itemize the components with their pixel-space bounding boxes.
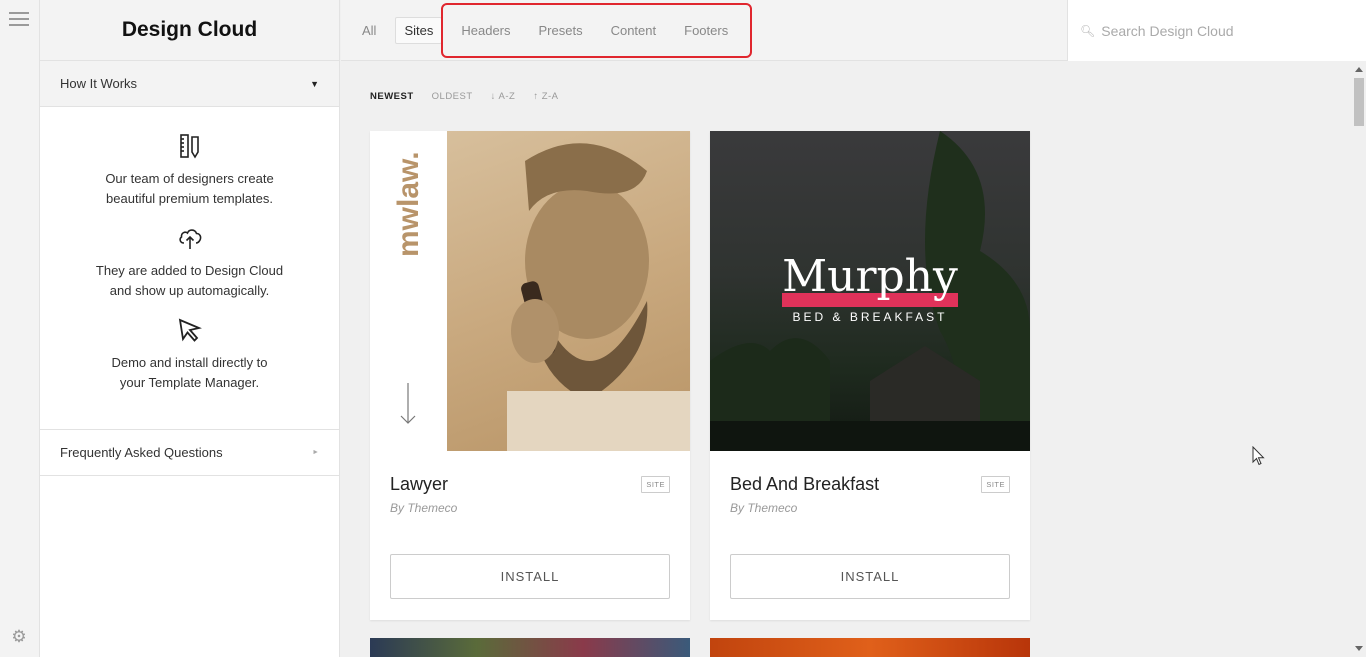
svg-text:mwlaw.: mwlaw.: [392, 153, 425, 257]
tab-footers[interactable]: Footers: [675, 17, 737, 44]
site-badge: SITE: [641, 476, 670, 493]
template-card-partial[interactable]: [370, 638, 690, 657]
install-button[interactable]: INSTALL: [730, 554, 1010, 599]
template-card-partial[interactable]: [710, 638, 1030, 657]
template-thumbnail[interactable]: mwlaw.: [370, 131, 690, 451]
mouse-cursor-icon: [1252, 446, 1265, 466]
tab-presets[interactable]: Presets: [530, 17, 592, 44]
how-it-works-panel: Our team of designers create beautiful p…: [40, 107, 339, 430]
sidebar-title: Design Cloud: [40, 0, 339, 61]
how-step-text: They are added to Design Cloud and show …: [95, 263, 284, 298]
bnb-logo-title: Murphy: [782, 251, 958, 302]
template-grid: NEWEST OLDEST ↓ A-Z ↑ Z-A mwlaw. Lawyer …: [341, 61, 1351, 657]
install-button[interactable]: INSTALL: [390, 554, 670, 599]
mwlaw-logo: mwlaw.: [392, 153, 425, 257]
how-it-works-label: How It Works: [60, 76, 138, 91]
sort-a-z[interactable]: ↓ A-Z: [491, 91, 516, 102]
template-card[interactable]: Murphy BED & BREAKFAST Bed And Breakfast…: [710, 131, 1030, 620]
site-badge: SITE: [981, 476, 1010, 493]
caret-down-icon: ▼: [310, 78, 319, 89]
how-step: Our team of designers create beautiful p…: [40, 133, 339, 209]
sidebar: Design Cloud How It Works ▼ Our team of …: [40, 0, 340, 657]
how-step: They are added to Design Cloud and show …: [40, 225, 339, 301]
search-input[interactable]: [1101, 22, 1352, 39]
sort-oldest[interactable]: OLDEST: [432, 91, 473, 102]
top-bar: All Sites Headers Presets Content Footer…: [341, 0, 1366, 61]
template-card[interactable]: mwlaw. Lawyer SITE By Themeco INSTALL: [370, 131, 690, 620]
sort-z-a[interactable]: ↑ Z-A: [533, 91, 558, 102]
sort-options: NEWEST OLDEST ↓ A-Z ↑ Z-A: [370, 91, 577, 102]
scroll-down-arrow[interactable]: [1355, 646, 1363, 651]
lawyer-photo: [447, 131, 690, 451]
cursor-click-icon: [178, 318, 202, 342]
template-author: By Themeco: [730, 501, 798, 515]
caret-right-icon: ►: [312, 449, 319, 456]
ruler-pencil-icon: [179, 134, 199, 159]
gear-icon[interactable]: ⚙: [10, 628, 28, 646]
left-rail: ⚙: [0, 0, 40, 657]
tab-content[interactable]: Content: [602, 17, 666, 44]
cloud-upload-icon: [178, 229, 201, 249]
sort-newest[interactable]: NEWEST: [370, 91, 414, 102]
search-box: 🔍︎: [1067, 0, 1366, 61]
template-thumbnail[interactable]: Murphy BED & BREAKFAST: [710, 131, 1030, 451]
template-title: Lawyer: [390, 474, 449, 494]
bnb-logo-subtitle: BED & BREAKFAST: [792, 310, 948, 324]
how-step-text: Our team of designers create beautiful p…: [105, 171, 274, 206]
how-it-works-toggle[interactable]: How It Works ▼: [40, 61, 339, 107]
scrollbar[interactable]: [1351, 61, 1366, 657]
how-step-text: Demo and install directly to your Templa…: [111, 355, 268, 390]
faq-label: Frequently Asked Questions: [60, 445, 223, 460]
tab-all[interactable]: All: [353, 17, 385, 44]
search-icon: 🔍︎: [1080, 23, 1096, 38]
how-step: Demo and install directly to your Templa…: [40, 317, 339, 393]
tab-headers[interactable]: Headers: [452, 17, 519, 44]
template-author: By Themeco: [390, 501, 458, 515]
filter-tabs: All Sites Headers Presets Content Footer…: [353, 17, 747, 44]
hamburger-icon[interactable]: [9, 12, 29, 26]
arrow-down-icon: [400, 383, 416, 424]
tab-sites[interactable]: Sites: [395, 17, 443, 44]
faq-toggle[interactable]: Frequently Asked Questions ►: [40, 430, 339, 476]
template-title: Bed And Breakfast: [730, 474, 880, 494]
bnb-photo: Murphy BED & BREAKFAST: [710, 131, 1030, 451]
scrollbar-thumb[interactable]: [1354, 78, 1364, 126]
scroll-up-arrow[interactable]: [1355, 67, 1363, 72]
